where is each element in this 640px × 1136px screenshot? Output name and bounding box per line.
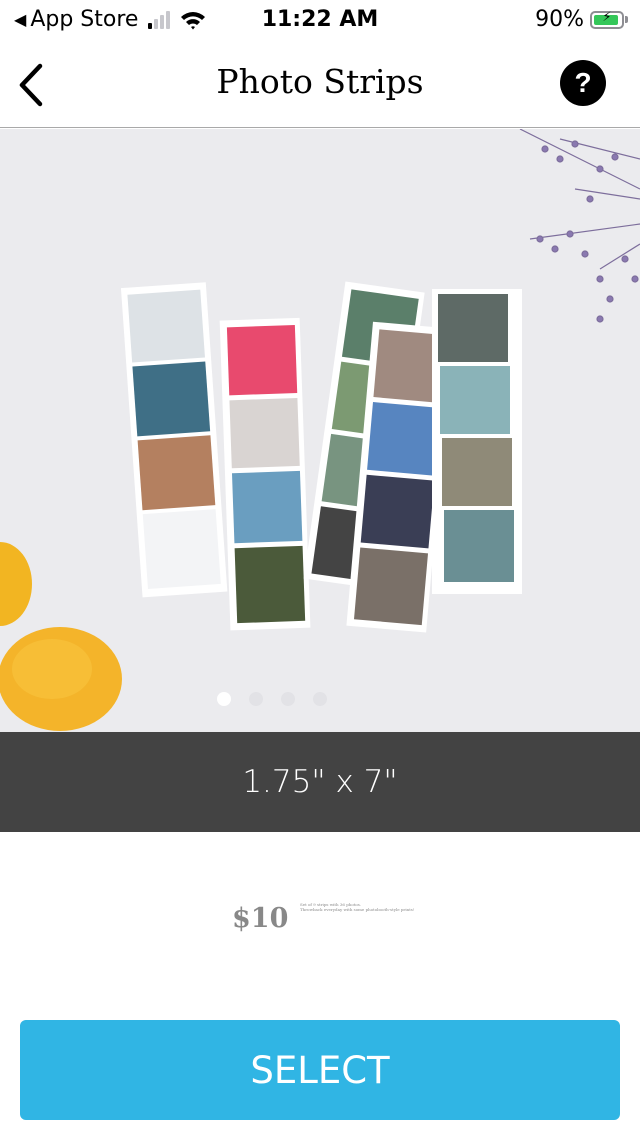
description-line: Throwback everyday with some photobooth-… (300, 907, 415, 912)
product-description: Set of 9 strips with 36 photos. Throwbac… (300, 902, 430, 912)
product-image-carousel[interactable] (0, 129, 640, 732)
battery-icon: ⚡ (590, 9, 624, 29)
carousel-dot[interactable] (249, 692, 263, 706)
photo-strip-1 (120, 282, 228, 598)
carousel-dot[interactable] (313, 692, 327, 706)
lavender-flowers (519, 129, 640, 323)
status-bar: ◀ App Store 11:22 AM 90% ⚡ (0, 0, 640, 42)
help-button[interactable]: ? (560, 60, 606, 106)
photo-strip-2 (219, 317, 311, 631)
battery-nub (625, 16, 628, 23)
question-mark-icon: ? (574, 67, 592, 98)
charging-bolt-icon: ⚡ (602, 9, 612, 25)
photo-strip-5 (432, 289, 522, 594)
page-title: Photo Strips (216, 62, 424, 101)
select-button[interactable]: SELECT (20, 1020, 620, 1120)
size-option-bar: 1.75" x 7" (0, 732, 640, 832)
size-label: 1.75" x 7" (242, 764, 398, 800)
carousel-dot[interactable] (281, 692, 295, 706)
price-label: $10 (232, 903, 289, 934)
status-battery: 90% ⚡ (535, 7, 628, 32)
product-photo (0, 129, 640, 731)
select-button-label: SELECT (250, 1048, 390, 1092)
navigation-bar: Photo Strips ? (0, 42, 640, 128)
carousel-dot[interactable] (217, 692, 231, 706)
battery-percent: 90% (535, 7, 584, 32)
carousel-pagination (0, 692, 640, 706)
